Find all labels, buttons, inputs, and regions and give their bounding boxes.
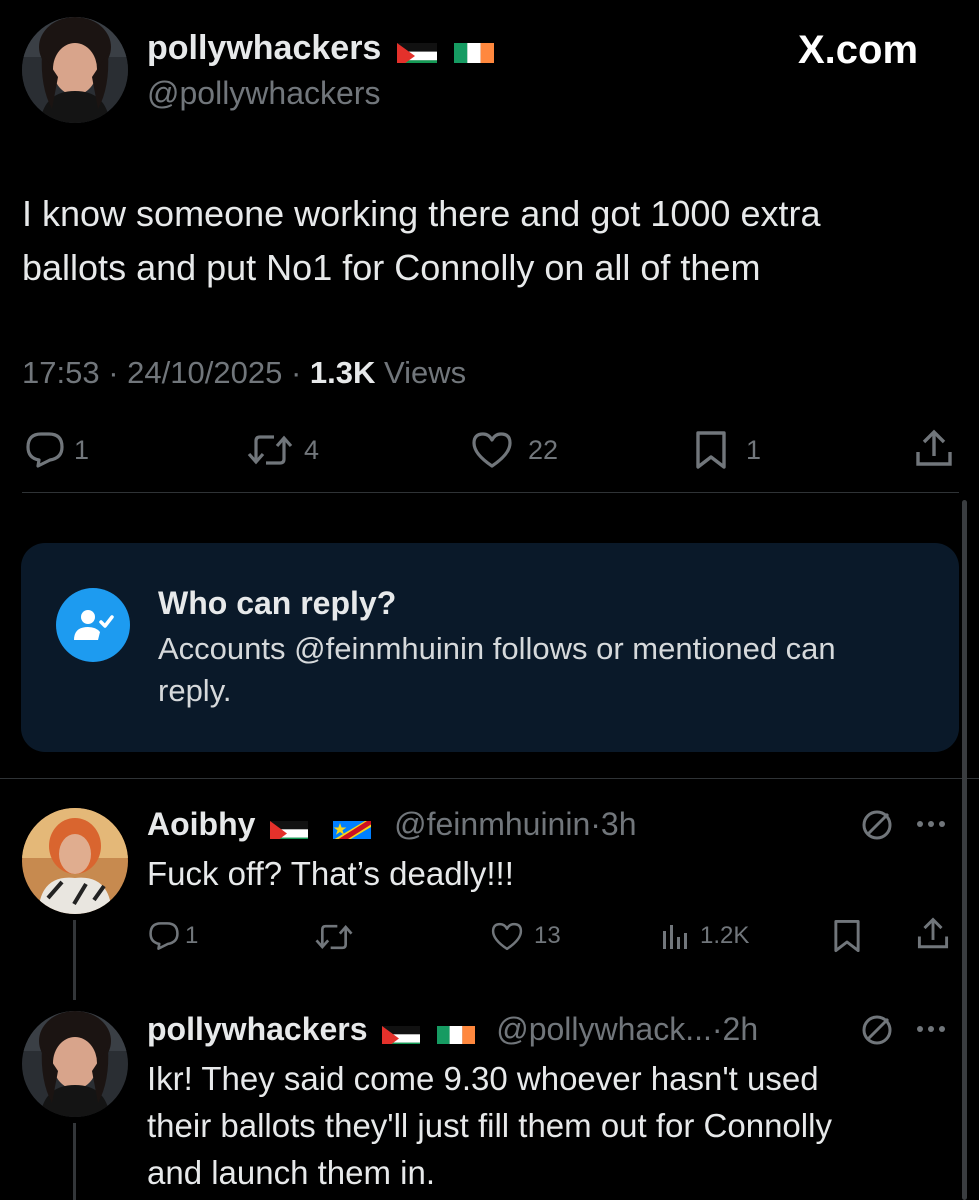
thread-line — [73, 1123, 76, 1200]
reply-text-line: and launch them in. — [147, 1154, 436, 1191]
display-name-text[interactable]: Aoibhy — [147, 806, 255, 842]
palestine-flag-icon — [396, 37, 437, 64]
more-options-icon[interactable] — [916, 1025, 946, 1033]
no-entry-icon — [860, 1013, 894, 1047]
reply-icon — [24, 431, 66, 469]
avatar[interactable] — [22, 808, 128, 914]
handle[interactable]: @pollywhack... — [496, 1011, 712, 1047]
heart-icon — [470, 430, 514, 470]
divider — [22, 492, 959, 493]
bookmark-count: 1 — [746, 434, 762, 465]
reply-icon — [147, 921, 181, 951]
thread-line — [73, 920, 76, 1000]
divider — [0, 778, 979, 779]
reply-action[interactable]: 1 — [147, 919, 198, 953]
reply-time[interactable]: 3h — [601, 806, 637, 842]
reply-text-line: their ballots they'll just fill them out… — [147, 1107, 832, 1144]
reply-count: 1 — [74, 434, 90, 465]
reply-header: pollywhackers @pollywhack...·2h — [147, 1008, 758, 1050]
no-entry-icon — [860, 808, 894, 842]
separator: · — [108, 355, 119, 390]
display-name-text[interactable]: pollywhackers — [147, 29, 381, 67]
notice-title: Who can reply? — [158, 585, 397, 621]
dr-congo-flag-icon — [333, 814, 372, 840]
tweet-date[interactable]: 24/10/2025 — [127, 355, 282, 390]
tweet-text-line: I know someone working there and got 100… — [22, 193, 821, 234]
avatar[interactable] — [22, 17, 128, 123]
notice-line: Accounts @feinmhuinin follows or mention… — [158, 631, 836, 666]
reply-action[interactable]: 1 — [24, 430, 89, 470]
separator: · — [290, 355, 302, 390]
bookmark-action[interactable]: 1 — [694, 430, 761, 470]
notice-line: reply. — [158, 673, 232, 708]
separator: · — [590, 806, 601, 842]
tweet-text-line: ballots and put No1 for Connolly on all … — [22, 247, 761, 288]
ireland-flag-icon — [437, 1019, 476, 1045]
like-count: 13 — [534, 922, 561, 949]
person-check-icon — [56, 588, 130, 662]
palestine-flag-icon — [382, 1019, 421, 1045]
scrollbar[interactable] — [962, 500, 967, 1200]
notice-body: Accounts @feinmhuinin follows or mention… — [158, 628, 836, 712]
repost-icon — [246, 431, 294, 469]
display-name[interactable]: pollywhackers — [147, 27, 495, 69]
repost-action[interactable]: 4 — [246, 430, 319, 470]
reply-text: Fuck off? That’s deadly!!! — [147, 855, 514, 892]
share-icon[interactable] — [916, 916, 950, 952]
bookmark-icon — [694, 429, 728, 471]
separator: · — [711, 1011, 723, 1047]
reply-tweet[interactable]: pollywhackers @pollywhack...·2h Ikr! The… — [0, 995, 960, 1200]
display-name-text[interactable]: pollywhackers — [147, 1011, 368, 1047]
reply-text: Ikr! They said come 9.30 whoever hasn't … — [147, 1055, 832, 1196]
reply-restriction-notice: Who can reply? Accounts @feinmhuinin fol… — [21, 543, 959, 752]
reply-header: Aoibhy @feinmhuinin·3h — [147, 803, 637, 845]
reply-tweet[interactable]: Aoibhy @feinmhuinin·3h Fuck off? That’s … — [0, 790, 960, 1000]
tweet-text: I know someone working there and got 100… — [22, 187, 821, 295]
palestine-flag-icon — [270, 814, 309, 840]
bookmark-icon[interactable] — [832, 918, 862, 954]
analytics-icon — [660, 921, 692, 951]
tweet-time[interactable]: 17:53 — [22, 355, 100, 390]
heart-icon — [490, 921, 524, 952]
main-tweet: pollywhackers @pollywhackers X.com I kno… — [0, 0, 979, 495]
brand-label: X.com — [798, 28, 919, 72]
views-count[interactable]: 1.3K — [310, 355, 375, 390]
share-icon[interactable] — [914, 428, 954, 470]
avatar[interactable] — [22, 1011, 128, 1117]
reply-count: 1 — [185, 922, 199, 949]
views-count: 1.2K — [700, 922, 750, 949]
reply-time[interactable]: 2h — [723, 1011, 759, 1047]
like-action[interactable]: 13 — [490, 919, 561, 953]
views-action[interactable]: 1.2K — [660, 919, 749, 953]
repost-icon[interactable] — [314, 921, 354, 953]
handle[interactable]: @feinmhuinin — [394, 806, 590, 842]
tweet-meta: 17:53 · 24/10/2025 · 1.3K Views — [22, 353, 466, 393]
ireland-flag-icon — [454, 37, 495, 64]
repost-count: 4 — [304, 434, 320, 465]
reply-text-line: Ikr! They said come 9.30 whoever hasn't … — [147, 1060, 819, 1097]
like-count: 22 — [528, 434, 559, 465]
views-label: Views — [384, 355, 467, 390]
like-action[interactable]: 22 — [470, 430, 558, 470]
more-options-icon[interactable] — [916, 820, 946, 828]
handle[interactable]: @pollywhackers — [147, 73, 380, 113]
